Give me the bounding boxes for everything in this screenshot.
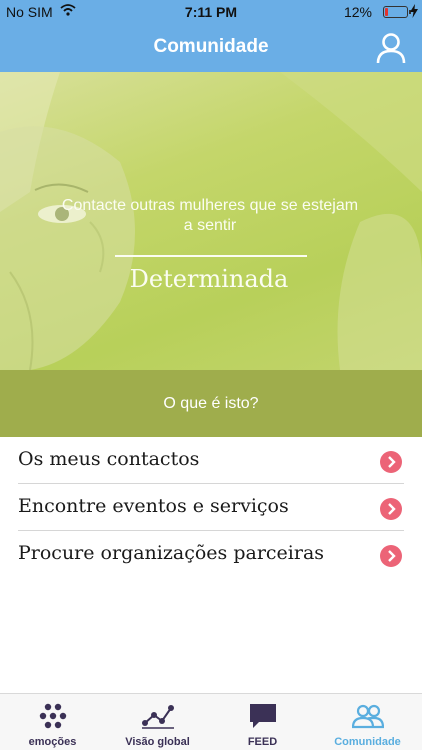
chevron-right-icon	[380, 451, 402, 473]
nav-bar: Comunidade	[0, 24, 422, 72]
hero-lead-text: Contacte outras mulheres que se estejam …	[61, 197, 359, 234]
people-icon	[351, 704, 384, 729]
menu-item-events[interactable]: Encontre eventos e serviços	[0, 484, 422, 531]
selected-emotion[interactable]: Determinada	[0, 265, 418, 293]
profile-icon[interactable]	[376, 32, 406, 64]
tab-feed[interactable]: FEED	[210, 694, 315, 750]
tab-overview[interactable]: Visão global	[105, 694, 210, 750]
chevron-right-icon	[380, 498, 402, 520]
tab-label: FEED	[247, 736, 278, 748]
menu-item-label: Os meus contactos	[18, 448, 200, 470]
tab-bar: emoções Visão global FEED Comunidade	[0, 693, 422, 750]
tab-label: Comunidade	[334, 736, 401, 748]
tab-emotions[interactable]: emoções	[0, 694, 105, 750]
menu-item-contacts[interactable]: Os meus contactos	[0, 437, 422, 484]
emotions-dots-icon	[39, 703, 66, 729]
tab-community[interactable]: Comunidade	[315, 694, 420, 750]
tab-label: emoções	[28, 736, 77, 748]
chevron-right-icon	[380, 545, 402, 567]
menu-item-label: Encontre eventos e serviços	[18, 495, 289, 517]
battery-level	[385, 8, 388, 16]
charging-icon	[410, 4, 418, 18]
menu-item-partners[interactable]: Procure organizações parceiras	[0, 531, 422, 578]
graph-icon	[141, 705, 174, 729]
page-title: Comunidade	[153, 36, 269, 57]
tab-label: Visão global	[125, 736, 190, 748]
menu-item-label: Procure organizações parceiras	[18, 542, 325, 564]
hero-divider	[115, 255, 307, 257]
app-header: No SIM 7:11 PM 12% Comunidade	[0, 0, 422, 72]
chat-bubble-icon	[249, 704, 276, 728]
battery-percent: 12%	[343, 4, 372, 20]
battery-icon	[383, 6, 411, 18]
what-is-this-button[interactable]: O que é isto?	[0, 370, 422, 437]
hero-banner: Contacte outras mulheres que se estejam …	[0, 72, 422, 370]
status-bar: No SIM 7:11 PM 12%	[0, 0, 422, 24]
